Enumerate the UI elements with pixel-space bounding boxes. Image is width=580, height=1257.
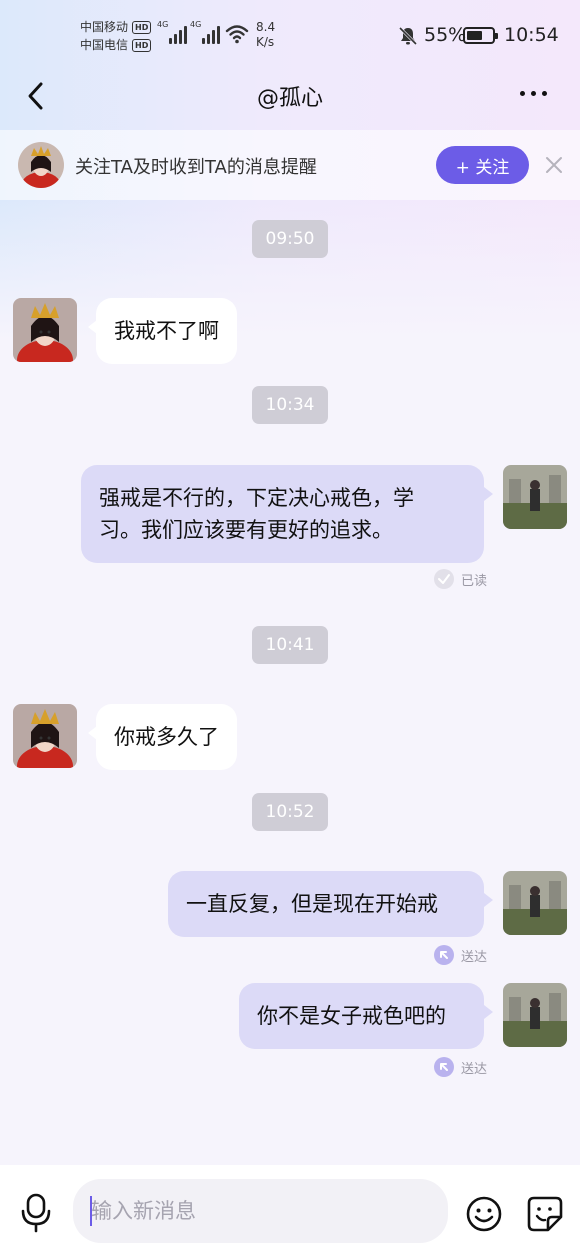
microphone-icon[interactable] xyxy=(18,1193,54,1233)
wifi-icon xyxy=(225,25,249,44)
avatar[interactable] xyxy=(13,704,77,768)
sticker-icon[interactable] xyxy=(526,1195,564,1233)
message-timestamp: 09:50 xyxy=(252,220,328,258)
status-text: 送达 xyxy=(461,1061,488,1077)
follow-banner-text: 关注TA及时收到TA的消息提醒 xyxy=(75,157,317,178)
speed-value: 8.4 xyxy=(256,20,276,34)
incoming-message[interactable]: 我戒不了啊 xyxy=(88,298,237,364)
outgoing-message[interactable]: 你不是女子戒色吧的 xyxy=(239,983,493,1049)
text-caret xyxy=(90,1196,92,1226)
close-icon[interactable] xyxy=(544,155,564,175)
signal-strength-icon: 4G xyxy=(157,20,187,44)
outgoing-message[interactable]: 一直反复，但是现在开始戒 xyxy=(168,871,493,937)
avatar[interactable] xyxy=(503,465,567,529)
avatar[interactable] xyxy=(13,298,77,362)
avatar[interactable] xyxy=(503,983,567,1047)
network-type-1: 4G xyxy=(157,20,169,29)
carrier-1: 中国移动 xyxy=(80,20,129,34)
incoming-message[interactable]: 你戒多久了 xyxy=(88,704,237,770)
hd-badge: HD xyxy=(132,38,152,52)
delivered-icon xyxy=(434,945,454,965)
chat-background xyxy=(0,200,580,1257)
message-timestamp: 10:34 xyxy=(252,386,328,424)
carrier-info: 中国移动 HD 中国电信 HD xyxy=(80,18,152,54)
message-timestamp: 10:41 xyxy=(252,626,328,664)
network-speed: 8.4 K/s xyxy=(256,20,275,50)
battery-icon xyxy=(463,27,498,44)
message-line: 强戒是不行的，下定决心戒色，学 xyxy=(99,486,414,510)
signal-strength-icon: 4G xyxy=(190,20,220,44)
network-type-2: 4G xyxy=(190,20,202,29)
delivered-icon xyxy=(434,1057,454,1077)
status-text: 送达 xyxy=(461,949,488,965)
page-title: @孤心 xyxy=(256,86,323,111)
status-bar: 中国移动 HD 中国电信 HD 4G 4G 8.4 K/s 55% 10:54 xyxy=(0,0,580,70)
avatar[interactable] xyxy=(18,142,64,188)
check-circle-icon xyxy=(434,569,454,589)
speed-unit: K/s xyxy=(256,35,275,49)
delivery-status: 送达 xyxy=(433,944,487,966)
read-status: 已读 xyxy=(433,568,487,590)
message-line: 习。我们应该要有更好的追求。 xyxy=(99,518,393,542)
follow-banner: 关注TA及时收到TA的消息提醒 + 关注 xyxy=(0,130,580,200)
avatar[interactable] xyxy=(503,871,567,935)
message-input[interactable] xyxy=(73,1179,448,1243)
input-bar xyxy=(0,1165,580,1257)
status-text: 已读 xyxy=(461,573,488,589)
emoji-smile-icon[interactable] xyxy=(465,1195,503,1233)
nav-bar: @孤心 xyxy=(0,70,580,126)
message-timestamp: 10:52 xyxy=(252,793,328,831)
carrier-2: 中国电信 xyxy=(80,38,129,52)
follow-button[interactable]: + 关注 xyxy=(436,146,529,184)
hd-badge: HD xyxy=(132,20,152,34)
status-time: 10:54 xyxy=(504,24,559,46)
outgoing-message[interactable]: 强戒是不行的，下定决心戒色，学 习。我们应该要有更好的追求。 xyxy=(81,465,493,563)
battery-percent: 55% xyxy=(424,24,467,46)
bell-muted-icon xyxy=(398,26,418,46)
more-dots-icon[interactable] xyxy=(513,80,553,106)
delivery-status: 送达 xyxy=(433,1056,487,1078)
